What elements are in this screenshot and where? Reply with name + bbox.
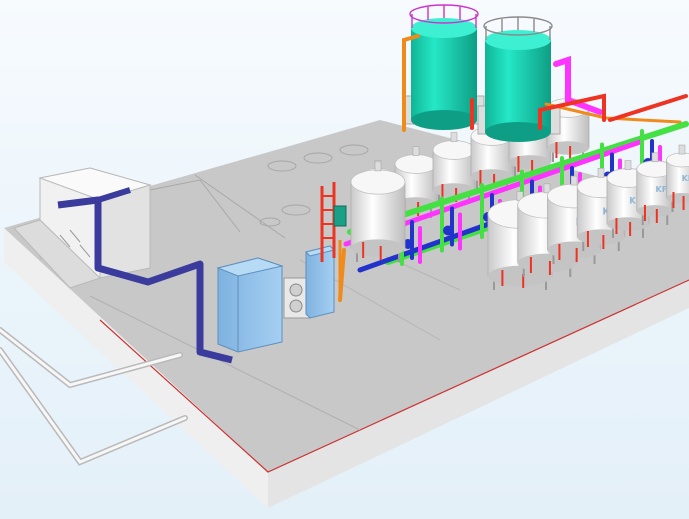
- control-cabinet-right[interactable]: [305, 245, 335, 319]
- control-cabinet-left[interactable]: [216, 257, 284, 353]
- plant-model-drawing: KFKFKFKFKFKFKF: [0, 4, 689, 508]
- plant-3d-viewport[interactable]: KFKFKFKFKFKFKF: [0, 0, 689, 519]
- storage-tank-right[interactable]: [477, 16, 561, 142]
- front-row-vessel[interactable]: [350, 161, 406, 262]
- valve-actuator[interactable]: [443, 225, 453, 236]
- vessel-brand-logo: KF: [682, 174, 689, 183]
- vessel-brand-logo: KF: [656, 185, 668, 194]
- red-header: [608, 94, 688, 122]
